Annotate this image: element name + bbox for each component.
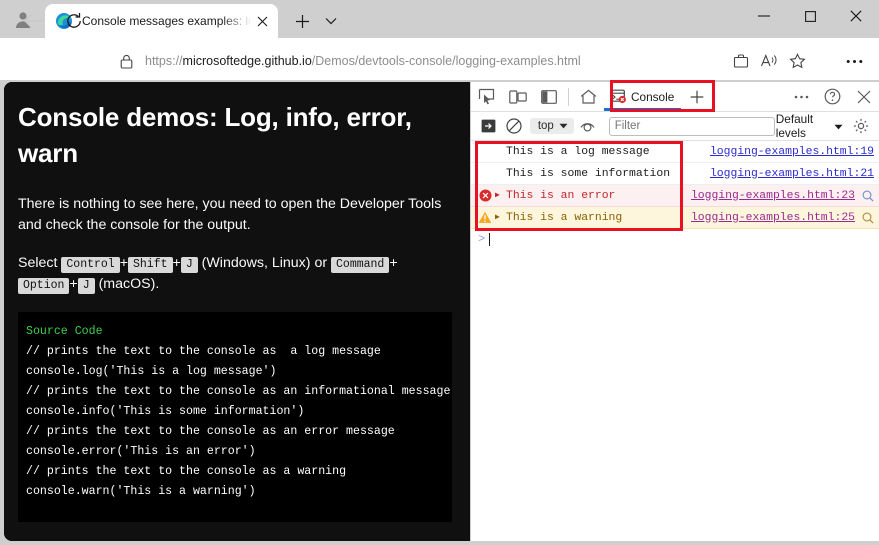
page-title: Console demos: Log, info, error, warn <box>18 102 412 168</box>
console-message-source-link[interactable]: logging-examples.html:19 <box>710 146 879 158</box>
windows-note: (Windows, Linux) <box>201 254 311 271</box>
back-button-icon[interactable] <box>22 9 46 33</box>
console-prompt[interactable]: > <box>471 229 879 249</box>
console-message-row[interactable]: ▶ This is a warning logging-examples.htm… <box>471 207 879 229</box>
kbd-command: Command <box>331 256 390 273</box>
devtools-tabbar-right <box>786 83 879 111</box>
inspect-element-icon[interactable] <box>471 83 502 111</box>
console-filter-toolbar: top Default levels <box>471 112 879 141</box>
page-intro-paragraph: There is nothing to see here, you need t… <box>18 195 442 234</box>
minimize-button[interactable] <box>741 0 787 32</box>
tab-console[interactable]: Console <box>604 82 682 111</box>
code-line-7: // prints the text to the console as a w… <box>26 464 347 478</box>
search-icon[interactable] <box>860 212 876 224</box>
log-levels-label: Default levels <box>775 112 814 140</box>
toolbar-divider <box>568 87 569 106</box>
console-message-list: This is a log message logging-examples.h… <box>471 141 879 249</box>
source-code-block: Source Code // prints the text to the co… <box>18 312 452 523</box>
demo-page: Console demos: Log, info, error, warn Th… <box>4 82 470 541</box>
close-button[interactable] <box>833 0 879 32</box>
chevron-down-icon <box>559 120 568 132</box>
context-value: top <box>537 120 554 132</box>
browser-settings-more-icon[interactable] <box>841 48 867 74</box>
read-aloud-icon[interactable] <box>755 48 783 74</box>
plus-sign-4: + <box>69 276 78 293</box>
code-line-1: // prints the text to the console as a l… <box>26 345 381 358</box>
console-error-icon <box>610 89 627 104</box>
collections-icon[interactable] <box>727 48 755 74</box>
tab-console-label: Console <box>631 89 675 104</box>
kbd-option: Option <box>18 278 70 295</box>
tab-close-icon[interactable] <box>252 11 272 31</box>
console-filter-input[interactable] <box>608 116 775 136</box>
address-bar-url: https://microsoftedge.github.io/Demos/de… <box>145 54 581 68</box>
code-line-2: console.log('This is a log message') <box>26 364 277 378</box>
code-line-6: console.error('This is an error') <box>26 444 256 458</box>
lock-icon[interactable] <box>117 52 135 70</box>
macos-note: (macOS). <box>98 276 160 293</box>
plus-sign-1: + <box>119 254 128 271</box>
plus-sign-3: + <box>389 254 398 271</box>
kbd-control: Control <box>61 256 120 273</box>
code-line-4: console.info('This is some information') <box>26 404 305 418</box>
help-icon[interactable] <box>817 83 848 111</box>
error-icon <box>475 189 495 202</box>
clear-console-icon[interactable] <box>502 112 527 140</box>
expand-arrow-icon[interactable]: ▶ <box>495 191 505 200</box>
new-tab-button[interactable] <box>290 9 314 33</box>
keyboard-shortcut-paragraph: Select Control + Shift + J (Windows, Linux) … <box>18 253 452 296</box>
kbd-shift: Shift <box>128 256 173 273</box>
kbd-j-mac: J <box>77 278 95 295</box>
console-message-text: This is an error <box>506 189 616 202</box>
console-message-text: This is some information <box>506 167 671 180</box>
console-settings-gear-icon[interactable] <box>848 112 873 140</box>
prompt-caret-icon: > <box>478 232 486 246</box>
chevron-down-icon <box>834 119 843 133</box>
plus-sign-2: + <box>172 254 181 271</box>
console-message-row[interactable]: This is some information logging-example… <box>471 163 879 185</box>
console-message-source-link[interactable]: logging-examples.html:25 <box>691 212 860 224</box>
home-icon[interactable] <box>573 83 604 111</box>
console-message-row[interactable]: This is a log message logging-examples.h… <box>471 141 879 163</box>
text-cursor <box>489 232 491 246</box>
warning-icon <box>475 211 495 224</box>
dock-side-icon[interactable] <box>533 83 564 111</box>
device-emulation-icon[interactable] <box>502 83 533 111</box>
console-message-source-link[interactable]: logging-examples.html:21 <box>710 168 879 180</box>
console-sidebar-toggle-icon[interactable] <box>476 112 501 140</box>
browser-window: Console messages examples: log https://m… <box>0 0 879 545</box>
refresh-button-icon[interactable] <box>62 9 86 33</box>
add-devtools-tab-button[interactable] <box>681 83 712 111</box>
code-line-3: // prints the text to the console as an … <box>26 384 451 398</box>
code-line-8: console.warn('This is a warning') <box>26 484 256 498</box>
search-icon[interactable] <box>860 190 876 202</box>
page-viewport: Console demos: Log, info, error, warn Th… <box>4 82 470 541</box>
log-levels-dropdown[interactable]: Default levels <box>776 112 847 140</box>
favorite-star-icon[interactable] <box>783 48 811 74</box>
chevron-down-icon[interactable] <box>320 10 342 32</box>
select-word: Select <box>18 254 58 271</box>
title-bar: Console messages examples: log <box>0 0 879 38</box>
devtools-panel: Console top Filter Default levels This i… <box>470 80 879 541</box>
expand-arrow-icon[interactable]: ▶ <box>495 213 505 222</box>
kbd-j-win: J <box>180 256 198 273</box>
close-devtools-icon[interactable] <box>848 83 879 111</box>
live-expression-icon[interactable] <box>577 112 602 140</box>
console-message-text: This is a log message <box>506 145 650 158</box>
window-controls <box>741 0 879 32</box>
or-word: or <box>314 254 328 271</box>
maximize-button[interactable] <box>787 0 833 32</box>
tab-title: Console messages examples: log <box>82 14 252 28</box>
console-message-source-link[interactable]: logging-examples.html:23 <box>691 190 860 202</box>
source-code-header: Source Code <box>26 325 103 339</box>
more-options-icon[interactable] <box>786 83 817 111</box>
console-message-row[interactable]: ▶ This is an error logging-examples.html… <box>471 185 879 207</box>
address-bar[interactable]: https://microsoftedge.github.io/Demos/de… <box>105 47 817 75</box>
javascript-context-select[interactable]: top <box>529 118 574 134</box>
code-line-5: // prints the text to the console as an … <box>26 424 395 438</box>
console-message-text: This is a warning <box>506 211 623 224</box>
devtools-tab-bar: Console <box>471 80 879 112</box>
